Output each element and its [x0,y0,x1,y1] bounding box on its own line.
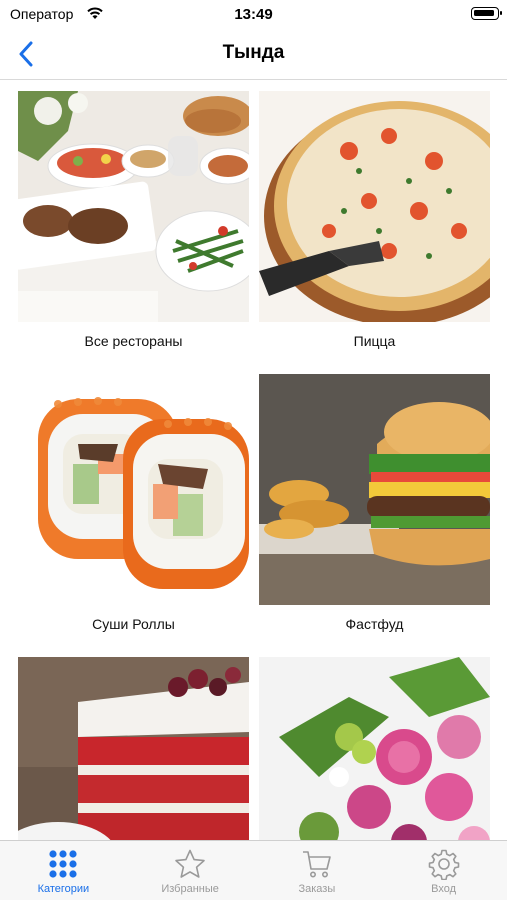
tab-label: Вход [431,883,457,895]
category-label: Суши Роллы [92,616,175,632]
tab-label: Избранные [161,883,219,895]
battery-icon [471,7,502,20]
category-image [259,91,490,322]
status-bar: Оператор 13:49 [0,0,507,28]
page-title: Тында [222,42,285,63]
tab-bar: Категории Избранные Заказы Вход [0,840,507,900]
category-label: Пицца [353,333,396,349]
gear-icon [428,849,459,880]
tab-categories[interactable]: Категории [0,841,127,900]
category-label: Все рестораны [84,333,183,349]
category-fastfood[interactable]: Фастфуд [259,374,490,632]
category-image [18,91,249,322]
tab-label: Заказы [298,883,336,895]
category-grid: Все рестораны Пицца Суши Роллы Фастфуд [0,81,507,840]
star-icon [175,849,205,878]
category-desserts[interactable] [18,657,249,840]
tab-login[interactable]: Вход [380,841,507,900]
navigation-bar: Тында [0,28,507,80]
category-all-restaurants[interactable]: Все рестораны [18,91,249,349]
category-image [259,374,490,605]
category-sushi-rolls[interactable]: Суши Роллы [18,374,249,632]
category-image [18,374,249,605]
tab-orders[interactable]: Заказы [254,841,381,900]
category-label: Фастфуд [345,616,404,632]
category-pizza[interactable]: Пицца [259,91,490,349]
tab-favorites[interactable]: Избранные [127,841,254,900]
grid-dots-icon [49,850,77,878]
tab-label: Категории [37,883,90,895]
category-image [259,657,490,840]
cart-icon [302,851,331,878]
status-time: 13:49 [234,6,273,23]
category-flowers[interactable] [259,657,490,840]
category-image [18,657,249,840]
